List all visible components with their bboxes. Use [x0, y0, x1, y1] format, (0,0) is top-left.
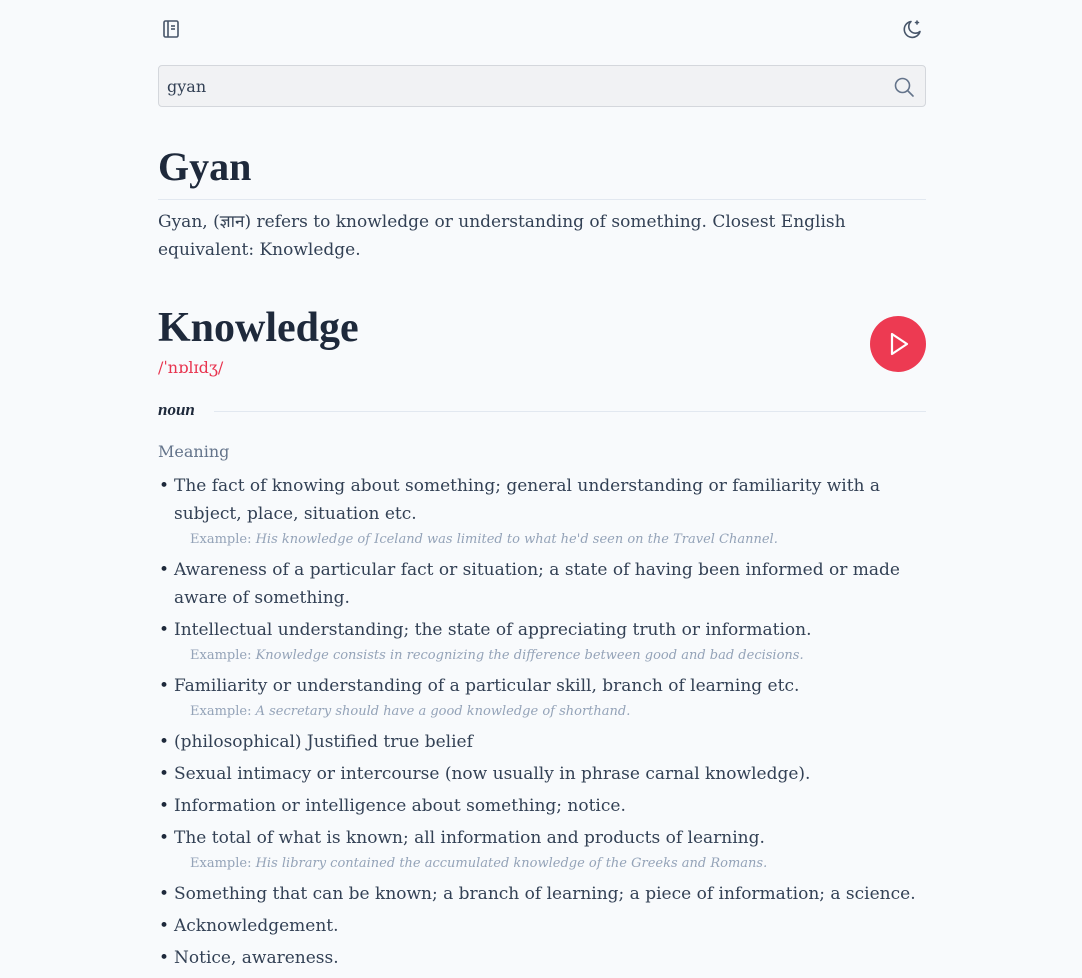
meanings-list: The fact of knowing about something; gen… — [158, 472, 926, 976]
dictionary-page: Gyan Gyan, (ज्ञान) refers to knowledge o… — [158, 0, 926, 972]
moon-icon[interactable] — [900, 16, 926, 42]
phonetic: /ˈnɒlɪdʒ/ — [158, 358, 224, 377]
meaning-example: Example: His library contained the accum… — [174, 852, 926, 876]
english-word-title: Knowledge — [158, 305, 359, 351]
list-item: Something that can be known; a branch of… — [158, 880, 926, 908]
part-of-speech: noun — [158, 400, 195, 419]
example-text: Knowledge consists in recognizing the di… — [255, 648, 804, 663]
meaning-text: Notice, awareness. — [174, 948, 339, 968]
meaning-text: Sexual intimacy or intercourse (now usua… — [174, 764, 811, 784]
list-item: Familiarity or understanding of a partic… — [158, 672, 926, 724]
play-icon — [890, 332, 909, 356]
meaning-text: Something that can be known; a branch of… — [174, 884, 916, 904]
list-item: Notice, awareness. — [158, 944, 926, 972]
list-item: The fact of knowing about something; gen… — [158, 472, 926, 552]
meaning-text: Awareness of a particular fact or situat… — [174, 560, 900, 608]
top-bar — [158, 0, 926, 58]
list-item: Intellectual understanding; the state of… — [158, 616, 926, 668]
title-divider — [158, 199, 926, 200]
example-label: Example: — [190, 532, 252, 547]
list-item: Sexual intimacy or intercourse (now usua… — [158, 760, 926, 788]
example-text: His library contained the accumulated kn… — [255, 856, 768, 871]
word-title: Gyan — [158, 144, 252, 189]
meaning-text: Familiarity or understanding of a partic… — [174, 676, 800, 696]
example-label: Example: — [190, 648, 252, 663]
meaning-text: Intellectual understanding; the state of… — [174, 620, 812, 640]
search-icon[interactable] — [893, 76, 915, 98]
example-text: A secretary should have a good knowledge… — [255, 704, 631, 719]
list-item: Information or intelligence about someth… — [158, 792, 926, 820]
example-text: His knowledge of Iceland was limited to … — [255, 532, 778, 547]
book-icon[interactable] — [158, 16, 184, 42]
example-label: Example: — [190, 704, 252, 719]
meaning-label: Meaning — [158, 442, 230, 461]
meaning-example: Example: A secretary should have a good … — [174, 700, 926, 724]
list-item: Awareness of a particular fact or situat… — [158, 556, 926, 612]
example-label: Example: — [190, 856, 252, 871]
pos-divider — [214, 411, 926, 412]
meaning-example: Example: His knowledge of Iceland was li… — [174, 528, 926, 552]
meaning-example: Example: Knowledge consists in recognizi… — [174, 644, 926, 668]
search-input[interactable] — [159, 66, 859, 106]
meaning-text: The total of what is known; all informat… — [174, 828, 765, 848]
meaning-text: (philosophical) Justified true belief — [174, 732, 473, 752]
search-bar — [158, 65, 926, 107]
list-item: (philosophical) Justified true belief — [158, 728, 926, 756]
list-item: Acknowledgement. — [158, 912, 926, 940]
meaning-text: Information or intelligence about someth… — [174, 796, 626, 816]
list-item: The total of what is known; all informat… — [158, 824, 926, 876]
play-audio-button[interactable] — [870, 316, 926, 372]
meaning-text: Acknowledgement. — [174, 916, 339, 936]
meaning-text: The fact of knowing about something; gen… — [174, 476, 881, 524]
word-description: Gyan, (ज्ञान) refers to knowledge or und… — [158, 212, 846, 260]
